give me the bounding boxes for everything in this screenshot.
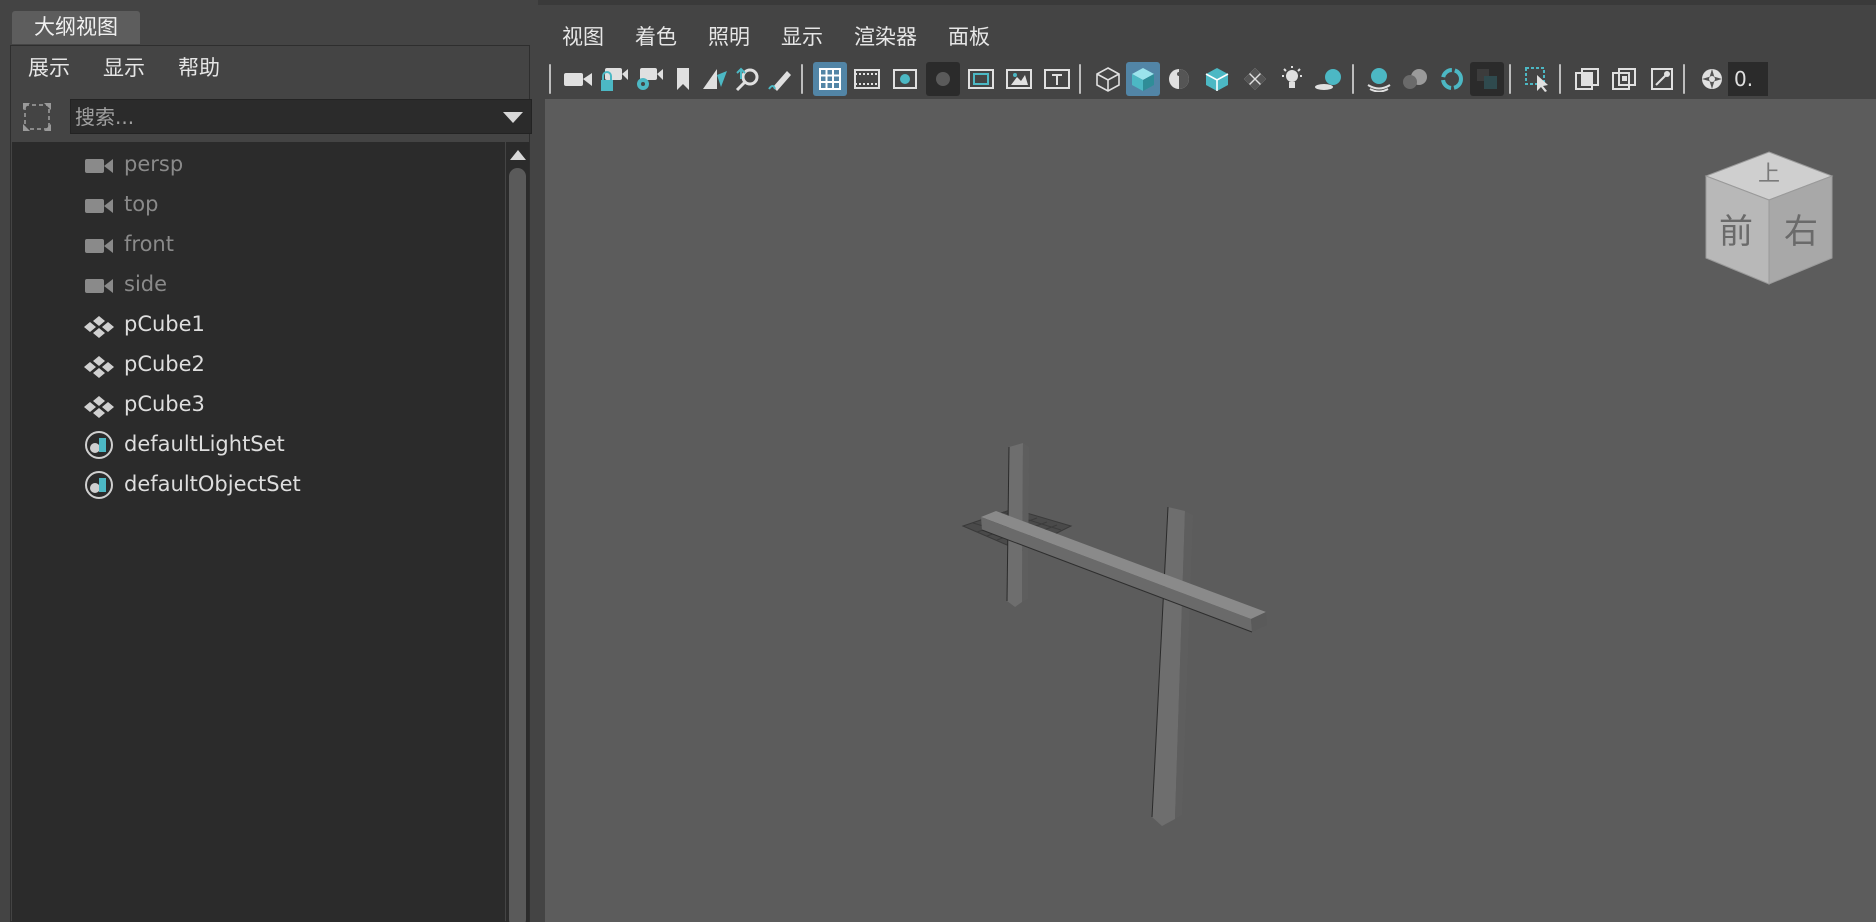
chevron-down-icon[interactable]: [503, 112, 523, 123]
xray-joints-icon[interactable]: [1645, 62, 1679, 96]
set-icon: [85, 471, 113, 499]
depth-of-field-icon[interactable]: [1470, 62, 1504, 96]
list-item[interactable]: defaultObjectSet: [12, 466, 505, 506]
field-chart-icon[interactable]: [964, 62, 998, 96]
toolbar-separator: [1558, 64, 1562, 94]
resolution-gate-icon[interactable]: [888, 62, 922, 96]
camera-icon: [85, 159, 113, 173]
list-item-label: top: [124, 192, 159, 216]
outliner-menubar: 展示 显示 帮助: [11, 46, 529, 88]
menu-lighting[interactable]: 照明: [708, 21, 750, 51]
viewcube-front-label[interactable]: 前: [1719, 212, 1753, 252]
bookmark-icon[interactable]: [666, 62, 700, 96]
camera-icon: [85, 279, 113, 293]
toolbar-separator: [1351, 64, 1355, 94]
toolbar-separator: [548, 64, 552, 94]
list-item[interactable]: pCube3: [12, 386, 505, 426]
list-item-label: persp: [124, 152, 184, 176]
list-item-label: front: [124, 232, 174, 256]
xray-icon[interactable]: [1570, 62, 1604, 96]
default-material-icon[interactable]: [1162, 62, 1196, 96]
viewport-menubar: 视图 着色 照明 显示 渲染器 面板: [538, 12, 990, 60]
toolbar-separator: [1508, 64, 1512, 94]
exposure-value-field[interactable]: 0.: [1728, 62, 1768, 96]
shadows-icon[interactable]: [1312, 62, 1346, 96]
list-item[interactable]: top: [12, 186, 505, 226]
camera-icon: [85, 199, 113, 213]
maya-window: 大纲视图 展示 显示 帮助 搜索... persp top front side…: [0, 0, 1876, 922]
anti-aliasing-icon[interactable]: [1435, 62, 1469, 96]
outliner-scrollbar[interactable]: [506, 142, 529, 922]
textured-icon[interactable]: [1238, 62, 1272, 96]
screen-space-ao-icon[interactable]: [1362, 62, 1396, 96]
list-item-label: defaultObjectSet: [124, 472, 301, 496]
list-item[interactable]: side: [12, 266, 505, 306]
toolbar-separator: [800, 64, 804, 94]
search-box: [70, 99, 532, 134]
list-item[interactable]: persp: [12, 146, 505, 186]
grease-pencil-icon[interactable]: [764, 62, 798, 96]
list-item[interactable]: pCube2: [12, 346, 505, 386]
wireframe-on-shaded-icon[interactable]: [1200, 62, 1234, 96]
film-gate-icon[interactable]: [850, 62, 884, 96]
menu-shading[interactable]: 着色: [635, 21, 677, 51]
select-camera-icon[interactable]: [561, 62, 595, 96]
list-item-label: pCube1: [124, 312, 205, 336]
viewcube-top-label[interactable]: 上: [1758, 162, 1780, 187]
gate-mask-icon[interactable]: [926, 62, 960, 96]
outliner-tree: persp top front side pCube1 pCube2 pCube…: [12, 142, 505, 922]
list-item[interactable]: front: [12, 226, 505, 266]
toolbar-separator: [1682, 64, 1686, 94]
viewport-toolbar: 0.: [548, 60, 1876, 98]
menu-show[interactable]: 展示: [28, 52, 70, 82]
menu-view[interactable]: 视图: [562, 21, 604, 51]
viewport-panel: 视图 着色 照明 显示 渲染器 面板 0. 上 前 右: [538, 0, 1876, 922]
right-post-mesh: [1151, 506, 1193, 826]
viewcube-widget[interactable]: 上 前 右: [1702, 148, 1836, 288]
toolbar-separator: [1078, 64, 1082, 94]
menu-panels[interactable]: 面板: [948, 21, 990, 51]
scene-canvas: [961, 443, 1267, 826]
xray-active-components-icon[interactable]: [1607, 62, 1641, 96]
image-plane-icon[interactable]: [698, 62, 732, 96]
camera-icon: [85, 239, 113, 253]
safe-title-icon[interactable]: [1040, 62, 1074, 96]
camera-attributes-icon[interactable]: [632, 62, 666, 96]
menu-renderer[interactable]: 渲染器: [854, 21, 917, 51]
use-all-lights-icon[interactable]: [1275, 62, 1309, 96]
set-icon: [85, 431, 113, 459]
list-item-label: defaultLightSet: [124, 432, 285, 456]
safe-action-icon[interactable]: [1002, 62, 1036, 96]
list-item-label: pCube2: [124, 352, 205, 376]
lock-camera-icon[interactable]: [597, 62, 631, 96]
outliner-panel: 大纲视图 展示 显示 帮助 搜索... persp top front side…: [0, 0, 538, 922]
menu-show[interactable]: 显示: [781, 21, 823, 51]
menu-display[interactable]: 显示: [103, 52, 145, 82]
list-item[interactable]: pCube1: [12, 306, 505, 346]
isolate-select-icon[interactable]: [1520, 62, 1554, 96]
search-row: [11, 98, 532, 136]
scroll-up-arrow-icon[interactable]: [510, 150, 526, 160]
scrollbar-thumb[interactable]: [509, 168, 526, 922]
2d-pan-zoom-icon[interactable]: [731, 62, 765, 96]
outliner-frame: 展示 显示 帮助 搜索... persp top front side pCub…: [10, 45, 532, 922]
3d-viewport[interactable]: 上 前 右: [545, 99, 1876, 922]
viewcube-right-label[interactable]: 右: [1784, 212, 1818, 252]
transform-icon: [84, 316, 114, 338]
search-input[interactable]: [71, 100, 491, 133]
list-item[interactable]: defaultLightSet: [12, 426, 505, 466]
list-item-label: pCube3: [124, 392, 205, 416]
menu-help[interactable]: 帮助: [178, 52, 220, 82]
list-item-label: side: [124, 272, 168, 296]
transform-icon: [84, 396, 114, 418]
smooth-shade-icon[interactable]: [1126, 62, 1160, 96]
outliner-tab[interactable]: 大纲视图: [12, 11, 140, 44]
exposure-icon[interactable]: [1695, 62, 1729, 96]
transform-icon: [84, 356, 114, 378]
panel-top-border: [538, 0, 1876, 5]
grid-icon[interactable]: [813, 62, 847, 96]
motion-blur-icon[interactable]: [1398, 62, 1432, 96]
wireframe-icon[interactable]: [1091, 62, 1125, 96]
filter-icon[interactable]: [21, 101, 53, 133]
